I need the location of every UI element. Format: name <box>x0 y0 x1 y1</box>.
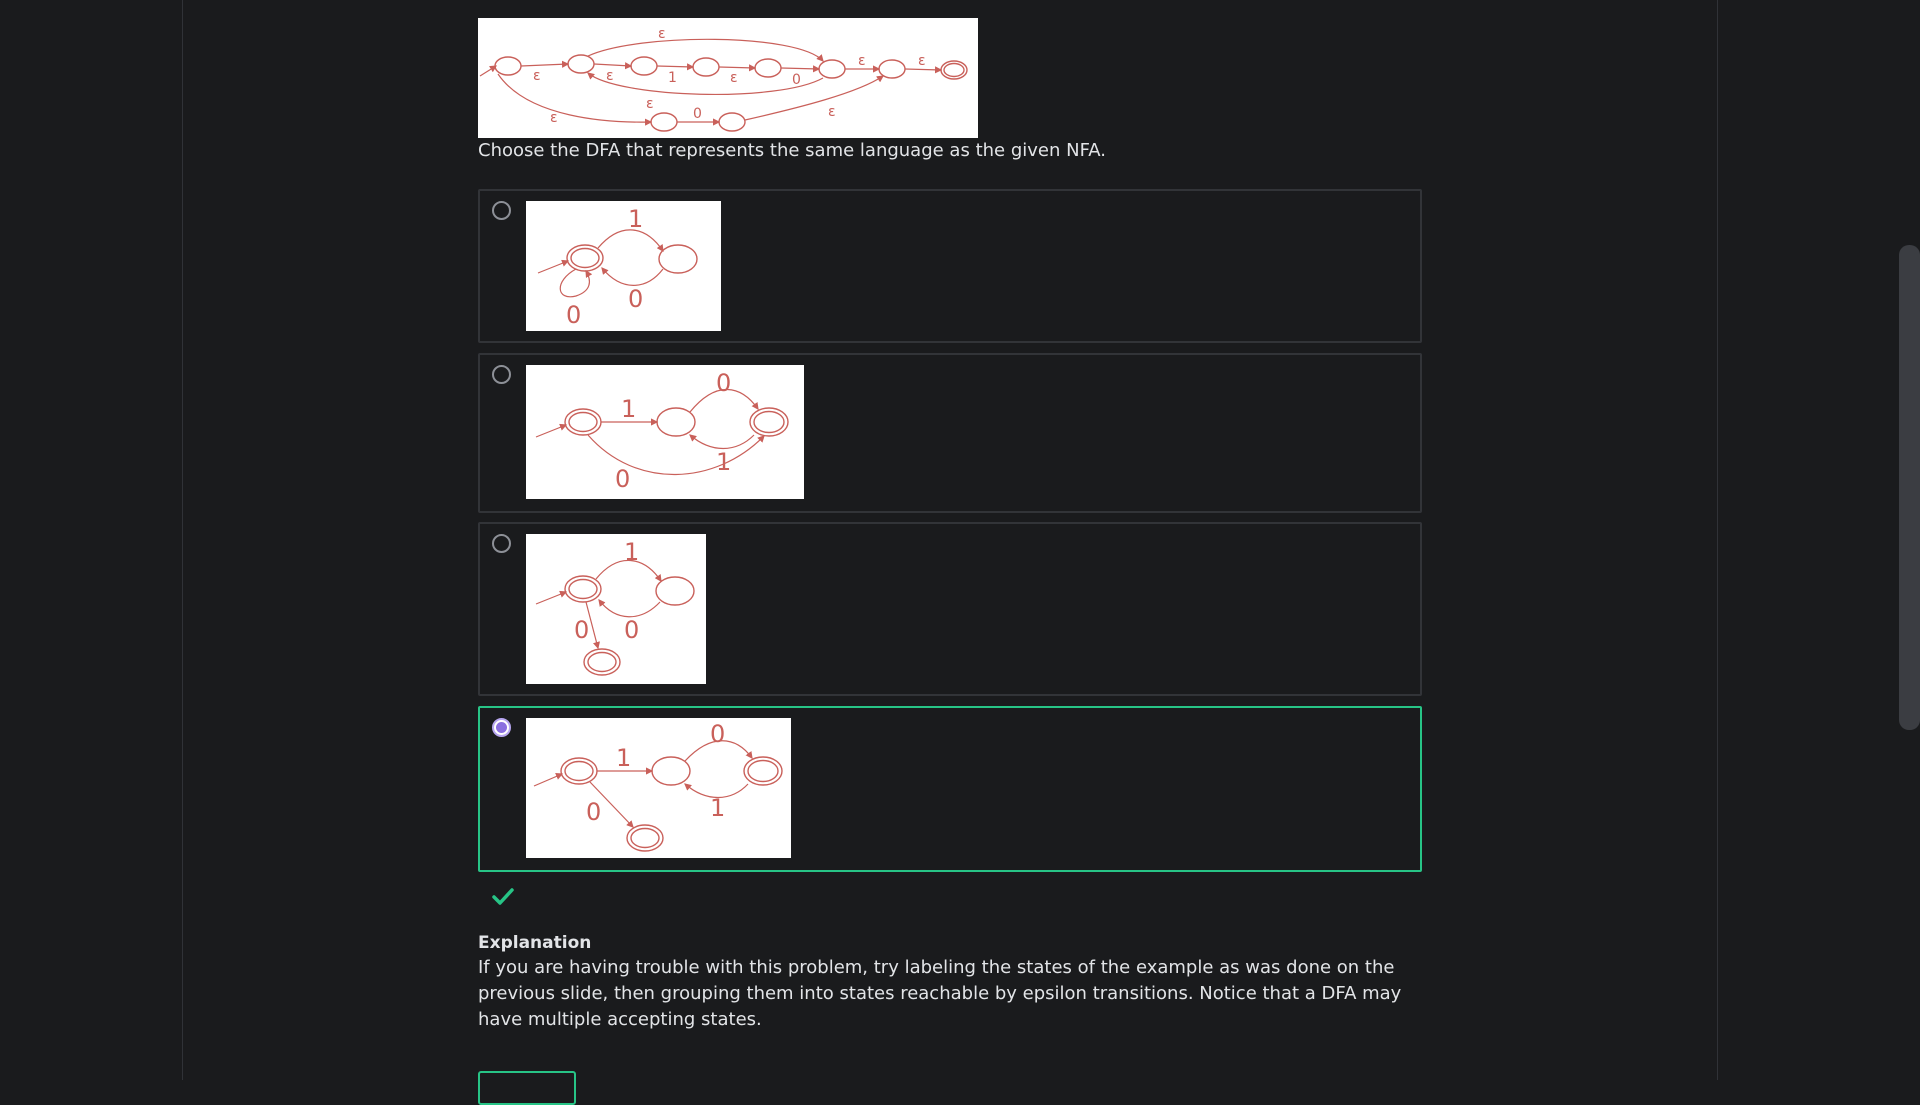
nfa-label: 0 <box>693 106 702 122</box>
transition-label: 1 <box>621 395 636 423</box>
radio-button[interactable] <box>492 201 511 220</box>
question-prompt: Choose the DFA that represents the same … <box>478 140 1106 161</box>
radio-button[interactable] <box>492 534 511 553</box>
nfa-label: ε <box>550 110 558 126</box>
checkmark-icon <box>492 888 514 905</box>
scrollbar-thumb[interactable] <box>1899 245 1920 730</box>
dfa-diagram-image: 1 0 0 <box>526 201 721 331</box>
transition-label: 0 <box>566 301 581 329</box>
transition-label: 1 <box>624 538 639 566</box>
nfa-label: ε <box>606 68 614 84</box>
explanation-text: If you are having trouble with this prob… <box>478 957 1402 1030</box>
transition-label: 1 <box>716 448 731 476</box>
answer-option-d[interactable]: 1 0 0 1 <box>478 706 1422 872</box>
transition-label: 0 <box>574 616 589 644</box>
nfa-label: ε <box>828 104 836 120</box>
dfa-diagram-image: 1 0 0 1 <box>526 718 791 858</box>
explanation-title: Explanation <box>478 933 592 953</box>
answer-option-a[interactable]: 1 0 0 <box>478 189 1422 343</box>
transition-label: 1 <box>616 744 631 772</box>
dfa-diagram-image: 1 0 0 <box>526 534 706 684</box>
transition-label: 1 <box>628 205 643 233</box>
nfa-label: 1 <box>668 70 677 86</box>
nfa-label: ε <box>918 53 926 69</box>
nfa-label: ε <box>858 53 866 69</box>
answer-option-c[interactable]: 1 0 0 <box>478 522 1422 696</box>
radio-button[interactable] <box>492 365 511 384</box>
nfa-label: 0 <box>792 72 801 88</box>
nfa-label: ε <box>533 68 541 84</box>
transition-label: 0 <box>716 369 731 397</box>
answer-option-b[interactable]: 1 0 0 1 <box>478 353 1422 513</box>
transition-label: 1 <box>710 794 725 822</box>
nfa-label: ε <box>658 26 666 42</box>
transition-label: 0 <box>615 465 630 493</box>
transition-label: 0 <box>586 798 601 826</box>
nfa-label: ε <box>730 70 738 86</box>
right-content-border <box>1717 0 1718 1080</box>
radio-button-selected[interactable] <box>492 718 511 737</box>
dfa-diagram-image: 1 0 0 1 <box>526 365 804 499</box>
transition-label: 0 <box>628 285 643 313</box>
transition-label: 0 <box>624 616 639 644</box>
nfa-label: ε <box>646 96 654 112</box>
transition-label: 0 <box>710 720 725 748</box>
left-content-border <box>182 0 183 1080</box>
nfa-diagram-image: ε ε ε 1 ε 0 ε ε ε ε 0 ε <box>478 18 978 138</box>
continue-button[interactable] <box>478 1071 576 1105</box>
scrollbar-track[interactable] <box>1893 0 1920 1080</box>
